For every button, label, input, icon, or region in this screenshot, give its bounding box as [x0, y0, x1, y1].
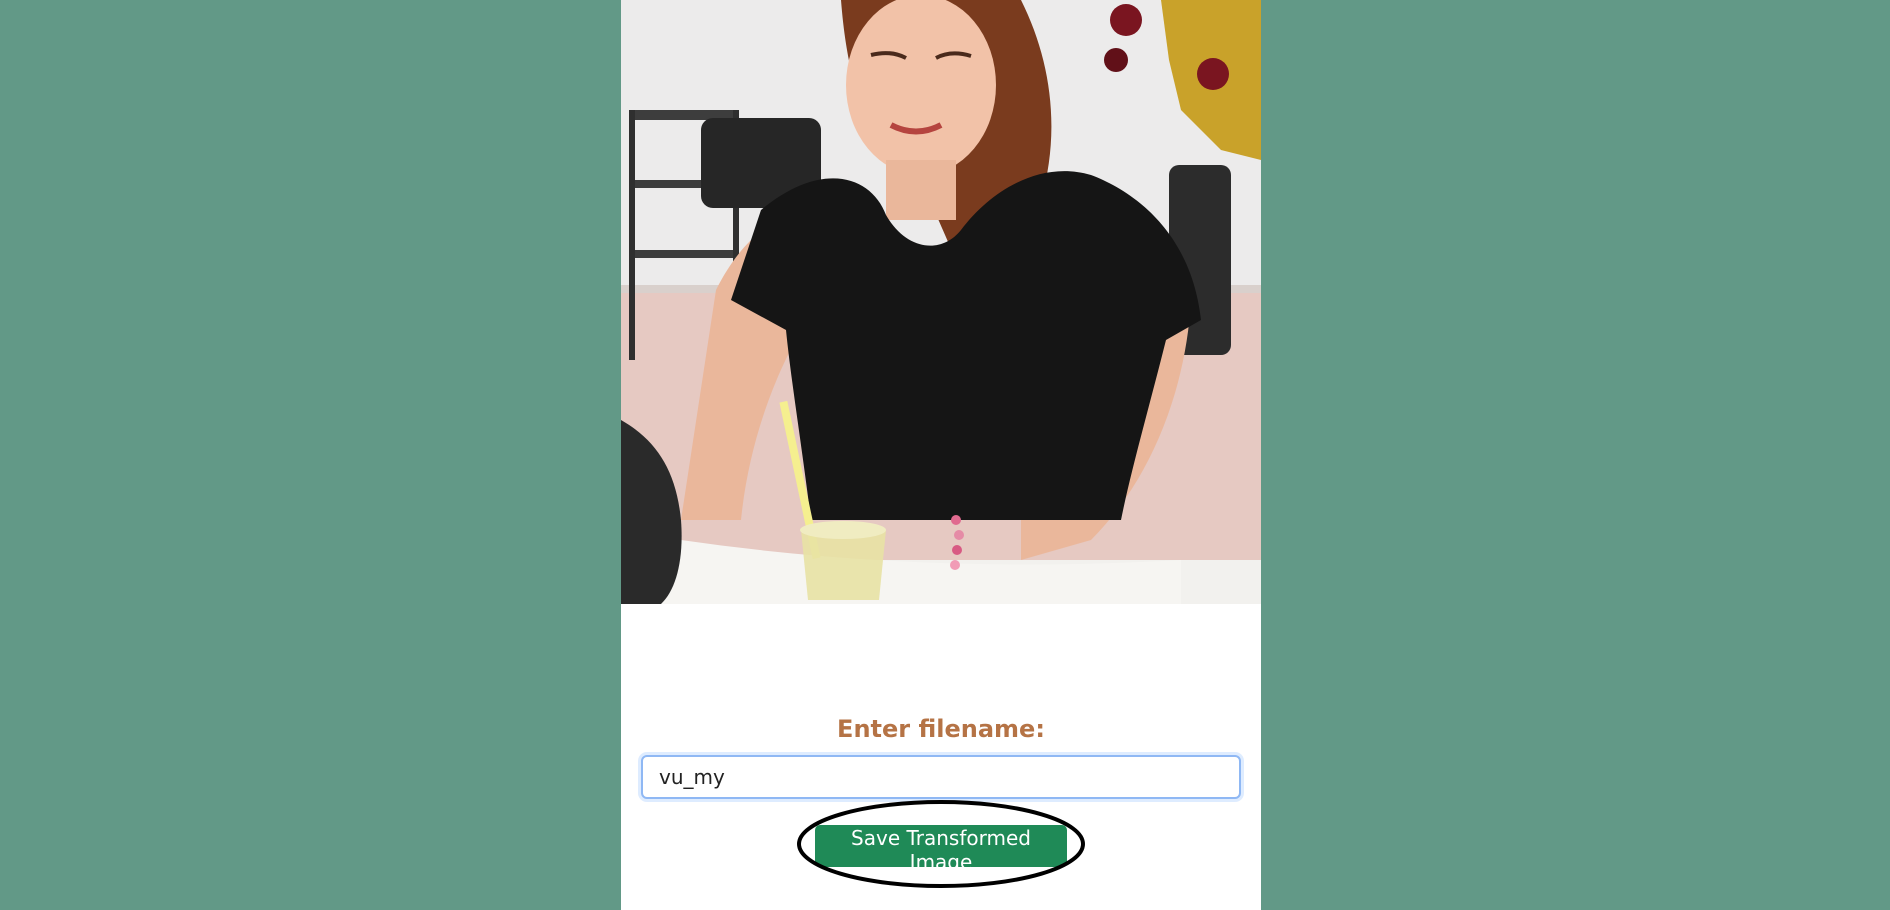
save-transformed-image-button[interactable]: Save Transformed Image	[815, 825, 1067, 874]
filename-input[interactable]	[641, 755, 1241, 799]
content-panel: Enter filename: Save Transformed Image	[621, 0, 1261, 910]
filename-label: Enter filename:	[837, 715, 1045, 743]
transformed-image	[621, 0, 1261, 604]
